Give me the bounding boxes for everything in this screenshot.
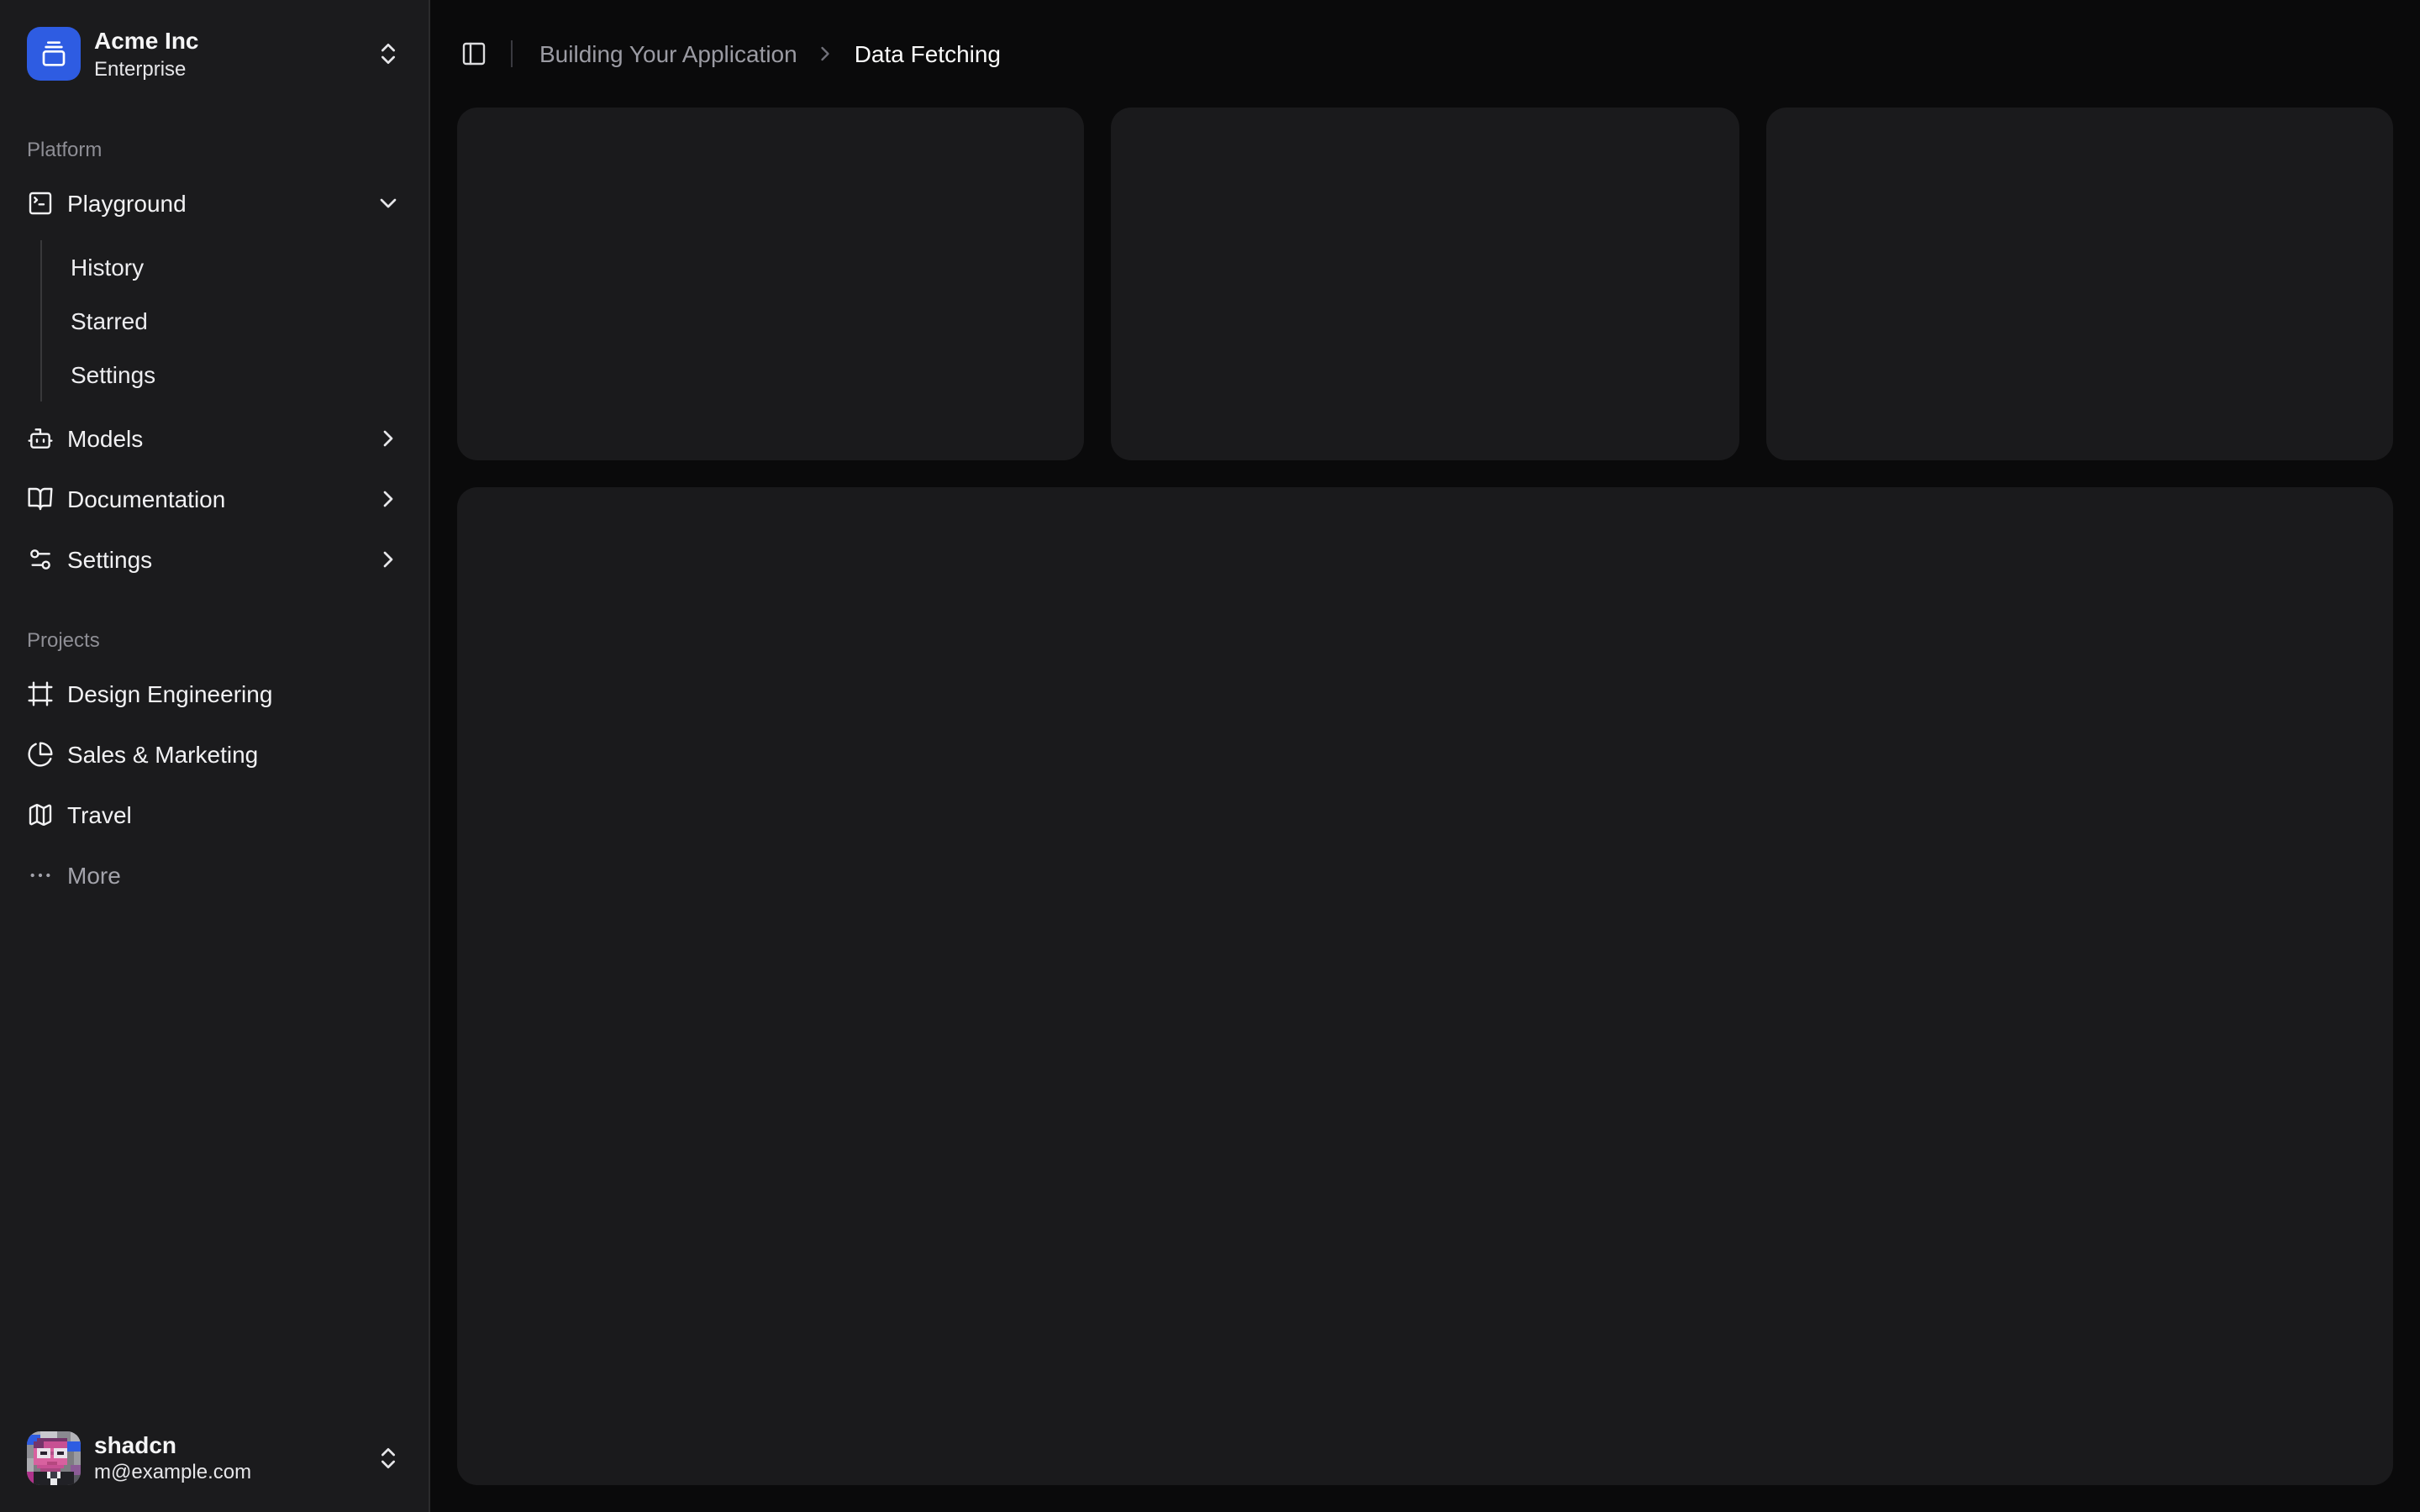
chevron-right-icon — [375, 424, 402, 451]
sidebar-item-label: Sales & Marketing — [67, 740, 402, 767]
group-label-projects: Projects — [13, 612, 415, 666]
sidebar-item-more[interactable]: More — [13, 848, 415, 901]
breadcrumb-chevron-icon — [814, 42, 838, 66]
sidebar-item-label: Models — [67, 424, 361, 451]
sidebar-subitem-settings[interactable]: Settings — [57, 350, 415, 397]
user-menu-button[interactable]: shadcn m@example.com — [13, 1417, 415, 1499]
team-logo — [27, 28, 81, 81]
sidebar-item-sales-marketing[interactable]: Sales & Marketing — [13, 727, 415, 780]
main-content — [430, 108, 2420, 1512]
breadcrumb-current: Data Fetching — [855, 40, 1001, 67]
book-open-icon — [27, 485, 54, 512]
sidebar-header: Acme Inc Enterprise — [0, 0, 429, 108]
sidebar-toggle-button[interactable] — [450, 30, 497, 77]
square-terminal-icon — [27, 189, 54, 216]
sliders-icon — [27, 545, 54, 572]
chevrons-up-down-icon — [375, 41, 402, 68]
breadcrumb: Building Your Application Data Fetching — [539, 40, 1001, 67]
sidebar-item-label: More — [67, 861, 402, 888]
placeholder-panel — [457, 487, 2393, 1485]
placeholder-card — [1765, 108, 2393, 460]
sidebar-subitem-history[interactable]: History — [57, 243, 415, 290]
sidebar-group-platform: Platform Playground History — [0, 108, 429, 599]
chevron-right-icon — [375, 545, 402, 572]
chevrons-up-down-icon — [375, 1445, 402, 1472]
main-area: Building Your Application Data Fetching — [430, 0, 2420, 1512]
sidebar-item-label: Documentation — [67, 485, 361, 512]
user-name: shadcn — [94, 1431, 361, 1460]
user-email: m@example.com — [94, 1460, 361, 1485]
sidebar-item-models[interactable]: Models — [13, 411, 415, 465]
bot-icon — [27, 424, 54, 451]
main-header: Building Your Application Data Fetching — [430, 0, 2420, 108]
group-label-platform: Platform — [13, 122, 415, 176]
placeholder-grid — [457, 108, 2393, 460]
placeholder-card — [1112, 108, 1739, 460]
sidebar-item-label: Settings — [67, 545, 361, 572]
pie-chart-icon — [27, 740, 54, 767]
breadcrumb-link-parent[interactable]: Building Your Application — [539, 40, 797, 67]
gallery-vertical-end-icon — [40, 41, 67, 68]
projects-menu: Design Engineering Sales & Marketing Tra… — [13, 666, 415, 901]
ellipsis-icon — [27, 861, 54, 888]
sidebar-item-design-engineering[interactable]: Design Engineering — [13, 666, 415, 720]
playground-submenu-wrap: History Starred Settings — [13, 236, 415, 404]
sidebar-subitem-starred[interactable]: Starred — [57, 297, 415, 344]
team-meta: Acme Inc Enterprise — [94, 27, 361, 81]
placeholder-card — [457, 108, 1085, 460]
team-name: Acme Inc — [94, 27, 361, 56]
sidebar-item-documentation[interactable]: Documentation — [13, 471, 415, 525]
sidebar-footer: shadcn m@example.com — [0, 1404, 429, 1512]
app-root: Acme Inc Enterprise Platform Playgroun — [0, 0, 2420, 1512]
platform-menu: Playground History Starred Settings — [13, 176, 415, 585]
header-separator — [511, 40, 513, 67]
sidebar-item-label: Travel — [67, 801, 402, 827]
panel-left-icon — [460, 40, 487, 67]
team-switcher-button[interactable]: Acme Inc Enterprise — [13, 13, 415, 95]
playground-submenu: History Starred Settings — [40, 239, 415, 401]
sidebar-item-label: Design Engineering — [67, 680, 402, 706]
user-meta: shadcn m@example.com — [94, 1431, 361, 1485]
sidebar: Acme Inc Enterprise Platform Playgroun — [0, 0, 430, 1512]
sidebar-item-travel[interactable]: Travel — [13, 787, 415, 841]
avatar — [27, 1431, 81, 1485]
sidebar-group-projects: Projects Design Engineering Sales & Mark… — [0, 599, 429, 915]
sidebar-content: Platform Playground History — [0, 108, 429, 1404]
map-icon — [27, 801, 54, 827]
sidebar-item-label: Playground — [67, 189, 361, 216]
team-plan: Enterprise — [94, 56, 361, 81]
chevron-down-icon — [375, 189, 402, 216]
sidebar-item-settings[interactable]: Settings — [13, 532, 415, 585]
chevron-right-icon — [375, 485, 402, 512]
sidebar-item-playground[interactable]: Playground — [13, 176, 415, 229]
frame-icon — [27, 680, 54, 706]
